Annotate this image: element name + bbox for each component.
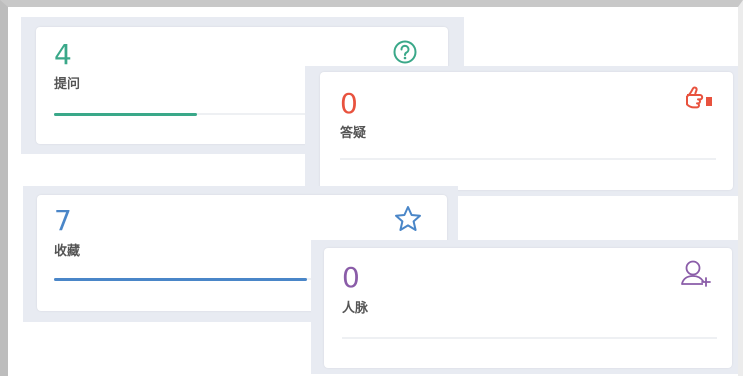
favorites-label: 收藏: [54, 244, 81, 259]
questions-progress-fill: [54, 113, 198, 116]
card-answers[interactable]: 0 答疑: [320, 72, 733, 190]
answers-label: 答疑: [340, 126, 367, 141]
card-contacts[interactable]: 0 人脉: [324, 248, 732, 368]
answers-progress-track: [340, 158, 716, 160]
contacts-progress-track: [342, 337, 717, 339]
questions-count: 4: [54, 38, 72, 71]
star-icon: [395, 206, 421, 231]
favorites-progress-track: [54, 278, 329, 281]
contacts-label: 人脉: [342, 301, 369, 316]
add-user-icon: [681, 260, 711, 287]
answers-count: 0: [340, 87, 358, 120]
favorites-progress-fill: [54, 278, 307, 281]
contacts-count: 0: [342, 261, 360, 294]
questions-progress-track: [54, 113, 324, 116]
questions-label: 提问: [54, 77, 81, 92]
hand-pointer-icon: [686, 86, 712, 109]
favorites-count: 7: [54, 204, 72, 237]
help-circle-icon: [393, 40, 417, 64]
